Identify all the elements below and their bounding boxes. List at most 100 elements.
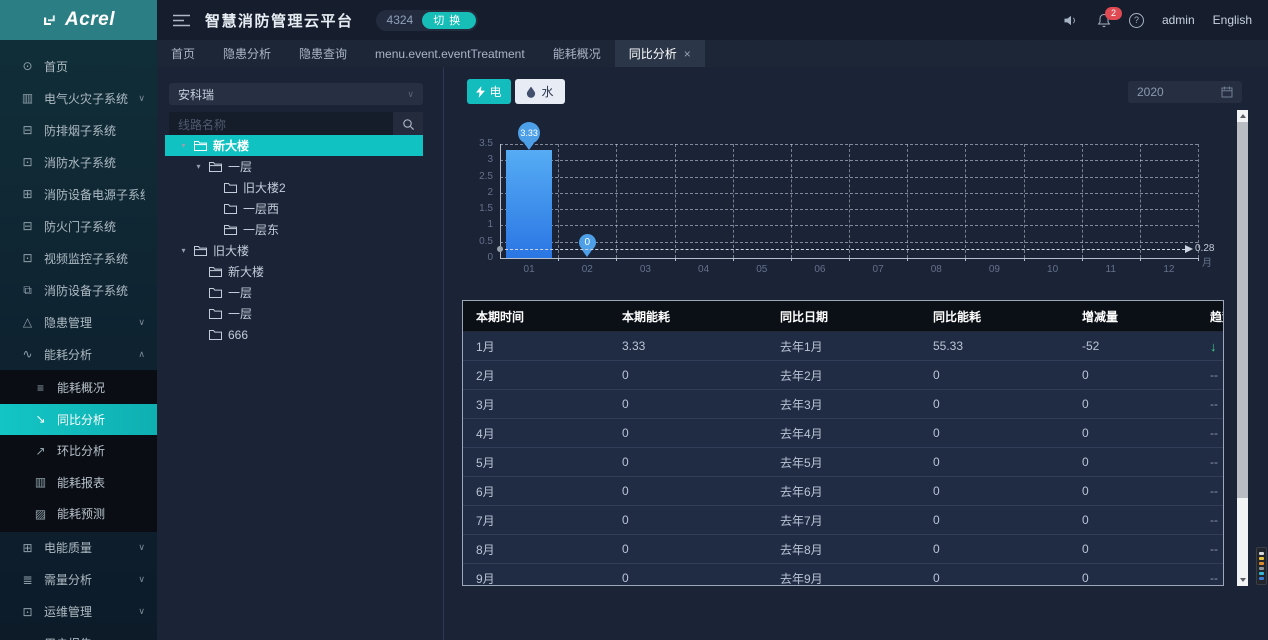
sidebar-item-electrical-fire[interactable]: ▥电气火灾子系统∨ bbox=[0, 82, 157, 114]
sidebar-item-energy-analysis[interactable]: ∿能耗分析∧ bbox=[0, 338, 157, 370]
tree-node[interactable]: 旧大楼2 bbox=[165, 177, 423, 198]
electrical-fire-icon: ▥ bbox=[20, 91, 35, 105]
search-button[interactable] bbox=[393, 112, 423, 137]
project-select[interactable]: 安科瑞 ∨ bbox=[169, 83, 423, 105]
gridline bbox=[907, 144, 908, 258]
tree-node[interactable]: ▾旧大楼 bbox=[165, 240, 423, 261]
report-icon: ⊟ bbox=[20, 637, 35, 640]
sidebar-item-smoke-control[interactable]: ⊟防排烟子系统 bbox=[0, 114, 157, 146]
speaker-icon[interactable] bbox=[1063, 14, 1079, 27]
notifications-bell[interactable]: 2 bbox=[1097, 13, 1111, 28]
cell-trend: -- bbox=[1197, 506, 1224, 535]
energy-wave-icon: ∿ bbox=[20, 347, 35, 361]
calendar-icon bbox=[1221, 86, 1233, 98]
table-row: 6月0去年6月00-- bbox=[463, 477, 1224, 506]
sidebar-item-user-report[interactable]: ⊟用户报告 bbox=[0, 628, 157, 640]
tree-node[interactable]: 一层东 bbox=[165, 219, 423, 240]
cell-yoy-date: 去年6月 bbox=[767, 477, 920, 506]
sidebar-item-energy-forecast[interactable]: ▨能耗预测 bbox=[0, 498, 157, 530]
sidebar-item-label: 视频监控子系统 bbox=[44, 250, 145, 267]
sidebar-item-energy-report[interactable]: ▥能耗报表 bbox=[0, 467, 157, 499]
cell-trend: -- bbox=[1197, 535, 1224, 564]
bar-month-01[interactable] bbox=[506, 150, 552, 258]
year-picker[interactable]: 2020 bbox=[1128, 81, 1242, 103]
list-icon: ≡ bbox=[33, 381, 48, 395]
lightning-icon bbox=[476, 86, 485, 98]
tab-event-treatment[interactable]: menu.event.eventTreatment bbox=[361, 40, 539, 67]
tab-home[interactable]: 首页 bbox=[157, 40, 209, 67]
tree-expand-icon[interactable]: ▾ bbox=[193, 162, 204, 171]
sidebar-item-fire-water[interactable]: ⊡消防水子系统 bbox=[0, 146, 157, 178]
table-row: 5月0去年5月00-- bbox=[463, 448, 1224, 477]
sidebar-item-fire-door[interactable]: ⊟防火门子系统 bbox=[0, 210, 157, 242]
cell-period-energy: 0 bbox=[609, 448, 767, 477]
project-select-value: 安科瑞 bbox=[178, 86, 214, 103]
cell-period-time: 6月 bbox=[463, 477, 609, 506]
gridline bbox=[791, 144, 792, 258]
sidebar-item-fire-power[interactable]: ⊞消防设备电源子系统 bbox=[0, 178, 157, 210]
fire-door-icon: ⊟ bbox=[20, 219, 35, 233]
sidebar-item-energy-overview[interactable]: ≡能耗概况 bbox=[0, 372, 157, 404]
tree-node[interactable]: 一层 bbox=[165, 282, 423, 303]
x-axis-tick-label: 04 bbox=[684, 264, 724, 275]
sidebar-toggle-icon[interactable] bbox=[173, 14, 190, 27]
sidebar-item-demand-analysis[interactable]: ≣需量分析∨ bbox=[0, 564, 157, 596]
tab-hidden-danger-analysis[interactable]: 隐患分析 bbox=[209, 40, 285, 67]
scrollbar-thumb[interactable] bbox=[1237, 122, 1248, 498]
water-tab-button[interactable]: 水 bbox=[515, 79, 565, 104]
video-monitor-icon: ⊡ bbox=[20, 251, 35, 265]
cell-period-energy: 0 bbox=[609, 477, 767, 506]
cell-delta: 0 bbox=[1069, 419, 1197, 448]
sidebar-item-mom-analysis[interactable]: ↗环比分析 bbox=[0, 435, 157, 467]
tree-node[interactable]: 一层 bbox=[165, 303, 423, 324]
electric-tab-button[interactable]: 电 bbox=[467, 79, 511, 104]
help-icon[interactable]: ? bbox=[1129, 13, 1144, 28]
average-line-dot bbox=[497, 246, 503, 252]
sidebar-item-power-quality[interactable]: ⊞电能质量∨ bbox=[0, 532, 157, 564]
switch-project-button[interactable]: 切换 bbox=[422, 12, 476, 29]
sidebar-item-video-monitor[interactable]: ⊡ 视频监控子系统 bbox=[0, 242, 157, 274]
tree-node[interactable]: 一层西 bbox=[165, 198, 423, 219]
search-input[interactable] bbox=[169, 112, 393, 137]
sidebar-item-fire-equipment[interactable]: ⧉消防设备子系统 bbox=[0, 274, 157, 306]
topbar: 智慧消防管理云平台 4324 切换 2 ? admin English bbox=[157, 0, 1268, 40]
tab-hidden-danger-query[interactable]: 隐患查询 bbox=[285, 40, 361, 67]
sidebar-submenu: ≡能耗概况↘同比分析↗环比分析▥能耗报表▨能耗预测 bbox=[0, 370, 157, 532]
y-axis-tick-label: 2.5 bbox=[463, 172, 493, 182]
tree-node[interactable]: 新大楼 bbox=[165, 261, 423, 282]
cell-period-energy: 0 bbox=[609, 564, 767, 587]
tree-node[interactable]: ▾新大楼 bbox=[165, 135, 423, 156]
user-menu[interactable]: admin bbox=[1162, 13, 1195, 27]
trend-down-icon: ↓ bbox=[1210, 339, 1217, 354]
tab-yoy-analysis[interactable]: 同比分析× bbox=[615, 40, 705, 67]
cell-delta: 0 bbox=[1069, 361, 1197, 390]
gridline bbox=[733, 144, 734, 258]
tree-expand-icon[interactable]: ▾ bbox=[178, 246, 189, 255]
balloon-tail bbox=[524, 143, 534, 150]
sidebar-item-home[interactable]: ⊙首页 bbox=[0, 50, 157, 82]
table-row: 8月0去年8月00-- bbox=[463, 535, 1224, 564]
tab-label: 隐患查询 bbox=[299, 45, 347, 62]
tree-expand-icon[interactable]: ▾ bbox=[178, 141, 189, 150]
close-icon[interactable]: × bbox=[684, 47, 691, 61]
sidebar-item-ops-mgmt[interactable]: ⊡运维管理∨ bbox=[0, 596, 157, 628]
sidebar-item-yoy-analysis[interactable]: ↘同比分析 bbox=[0, 404, 157, 436]
minimap-dot bbox=[1259, 572, 1264, 575]
tab-energy-overview[interactable]: 能耗概况 bbox=[539, 40, 615, 67]
scroll-down-button[interactable] bbox=[1237, 574, 1248, 586]
language-switcher[interactable]: English bbox=[1213, 13, 1252, 27]
y-axis bbox=[500, 144, 501, 258]
gridline bbox=[1198, 144, 1199, 258]
tree-node[interactable]: ▾一层 bbox=[165, 156, 423, 177]
tree-node[interactable]: 666 bbox=[165, 324, 423, 345]
cell-yoy-energy: 0 bbox=[920, 564, 1069, 587]
sidebar-item-hazard-mgmt[interactable]: △隐患管理∨ bbox=[0, 306, 157, 338]
comparison-table: 本期时间本期能耗同比日期同比能耗增减量趋势1月3.33去年1月55.33-52↓… bbox=[463, 301, 1224, 586]
sidebar-menu: ⊙首页▥电气火灾子系统∨⊟防排烟子系统⊡消防水子系统⊞消防设备电源子系统⊟防火门… bbox=[0, 40, 157, 640]
x-axis-name: 月 bbox=[1202, 254, 1212, 269]
cell-delta: 0 bbox=[1069, 506, 1197, 535]
average-line-label: 0.28 bbox=[1195, 243, 1214, 254]
cell-yoy-date: 去年1月 bbox=[767, 332, 920, 361]
trend-down-icon: ↘ bbox=[33, 412, 48, 426]
scroll-up-button[interactable] bbox=[1237, 110, 1248, 122]
